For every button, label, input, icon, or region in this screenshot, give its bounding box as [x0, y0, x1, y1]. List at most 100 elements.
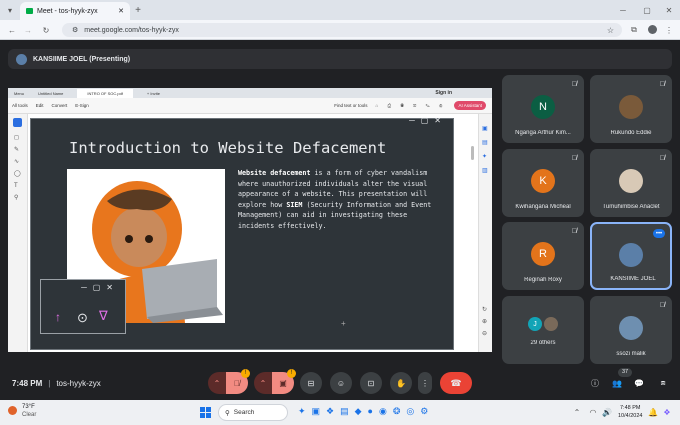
slide-cursor-icon: +	[341, 319, 346, 328]
chat-icon[interactable]: 💬	[632, 376, 646, 390]
shared-right-toolbar: ▣ ▤ ✦ ▥ ↻ ⊕ ⊖	[478, 114, 492, 352]
browser-menu-icon[interactable]: ⋮	[664, 23, 674, 37]
participant-tile[interactable]: 🎙̸ K Kwihangana Micheal	[502, 149, 584, 217]
shared-toolbar-item: All tools	[12, 103, 28, 108]
leave-call-button[interactable]: ☎	[440, 372, 472, 394]
camera-warning-badge: !	[287, 369, 296, 378]
clock-time[interactable]: 7:48 PM	[620, 405, 640, 411]
present-icon: ⊡	[367, 378, 375, 388]
url-text: meet.google.com/tos-hyyk-zyx	[84, 26, 179, 34]
emoji-icon: ☺	[336, 378, 346, 388]
shared-toolbar: All tools Edit Convert E-Sign Find text …	[8, 98, 492, 114]
tab-title: Meet - tos-hyyk-zyx	[37, 7, 98, 15]
shared-find-label: Find text or tools	[334, 103, 368, 108]
slide-body-siem: SIEM	[286, 200, 303, 209]
hang-up-icon: ☎	[450, 377, 462, 388]
wifi-icon[interactable]: ◠	[588, 406, 598, 418]
slide-body-bold: Website defacement	[238, 169, 311, 177]
start-button[interactable]	[200, 407, 211, 418]
slide-title: Introduction to Website Defacement	[69, 139, 387, 157]
meeting-separator: |	[48, 379, 51, 388]
more-vert-icon: ⋮	[421, 378, 429, 388]
notifications-icon[interactable]: 🔔	[648, 406, 658, 418]
shared-left-toolbar: ◻ ✎ ∿ ◯ T ⚲	[8, 114, 28, 352]
mic-options-button[interactable]: ⌃	[208, 372, 226, 394]
back-icon[interactable]: ←	[6, 23, 18, 37]
shared-ai-button: AI Assistant	[454, 101, 486, 110]
shared-tab: + Invite	[146, 90, 160, 96]
clock-date: 10/4/2024	[618, 413, 643, 419]
browser-tab-strip: ▾ Meet - tos-hyyk-zyx ✕ + ─ ▢ ✕	[0, 0, 680, 20]
captions-button[interactable]: ⊟	[300, 372, 322, 394]
participant-name: Nganga Arthur Kim...	[515, 130, 571, 136]
meeting-details-icon[interactable]: ⓘ	[588, 376, 602, 390]
people-count-badge: 37	[618, 368, 632, 377]
shared-tab: INTRO OF SOC.pdf	[77, 88, 133, 98]
captions-icon: ⊟	[307, 378, 315, 388]
mic-muted-icon: 🎙̸	[571, 155, 577, 162]
close-tab-icon[interactable]: ✕	[118, 7, 124, 15]
hand-icon: ✋	[396, 378, 406, 388]
meeting-time: 7:48 PM	[12, 379, 43, 388]
mic-muted-icon: 🎙̸	[659, 302, 665, 309]
shared-toolbar-item: E-Sign	[75, 103, 89, 108]
taskbar-app-icons[interactable]: ✦▣❖▤◆●◉❂◎⚙	[298, 406, 434, 417]
present-button[interactable]: ⊡	[360, 372, 382, 394]
presenter-avatar	[16, 53, 27, 65]
maximize-window-icon[interactable]: ▢	[640, 3, 654, 17]
tab-search-icon[interactable]: ▾	[4, 4, 16, 16]
url-field[interactable]: ⚙ meet.google.com/tos-hyyk-zyx ☆	[62, 23, 622, 37]
popup-target-icon: ⊙	[77, 310, 88, 325]
more-options-button[interactable]: ⋮	[418, 372, 432, 394]
taskbar-search[interactable]: ⚲ Search	[218, 404, 288, 421]
volume-icon[interactable]: 🔊	[602, 406, 612, 418]
shared-toolbar-item: Convert	[51, 103, 68, 108]
shared-zoom-icons: ↻ ⊕ ⊖	[482, 307, 488, 337]
raise-hand-button[interactable]: ✋	[390, 372, 412, 394]
weather-temp[interactable]: 73°F	[22, 404, 35, 410]
close-window-icon[interactable]: ✕	[662, 3, 676, 17]
participant-tile[interactable]: 🎙̸ Rukundo Eddie	[590, 75, 672, 143]
reload-icon[interactable]: ↻	[40, 23, 52, 37]
copilot-icon[interactable]: ❖	[662, 406, 672, 418]
camera-options-button[interactable]: ⌃	[254, 372, 272, 394]
participant-tile-self[interactable]: ••• KANSIIME JOEL	[590, 222, 672, 290]
participant-tile[interactable]: 🎙̸ Tumuhimbise Anaclet	[590, 149, 672, 217]
activities-icon[interactable]: ⧈	[656, 376, 670, 390]
forward-icon[interactable]: →	[22, 23, 34, 37]
participant-tile[interactable]: 🎙̸ ssozi malik	[590, 296, 672, 364]
presenter-label: KANSIIME JOEL (Presenting)	[33, 55, 131, 63]
tray-chevron-icon[interactable]: ⌃	[572, 406, 582, 418]
browser-tab[interactable]: Meet - tos-hyyk-zyx ✕	[20, 2, 130, 20]
others-tile[interactable]: J 29 others	[502, 296, 584, 364]
mic-warning-badge: !	[241, 369, 250, 378]
extensions-icon[interactable]: ⧉	[628, 23, 640, 37]
bookmark-star-icon[interactable]: ☆	[607, 26, 614, 35]
shared-sign-in: Sign in	[435, 90, 452, 96]
emoji-button[interactable]: ☺	[330, 372, 352, 394]
others-label: 29 others	[530, 340, 556, 346]
profile-avatar[interactable]	[648, 25, 657, 34]
mic-muted-icon: 🎙̸	[659, 81, 665, 88]
participant-avatar: J	[528, 317, 542, 331]
shared-tool-icons: ⌂ ⎙ ◉ ✉ ✎ ⚙	[375, 103, 447, 108]
new-tab-icon[interactable]: +	[132, 4, 144, 16]
participant-name: Tumuhimbise Anaclet	[602, 204, 660, 210]
search-icon: ⚲	[225, 409, 230, 417]
popup-up-arrow-icon: ↑	[55, 310, 61, 324]
participant-name: Rukundo Eddie	[610, 130, 652, 136]
cursor-tool-icon	[13, 118, 22, 127]
participant-avatar: R	[531, 242, 555, 266]
weather-icon	[8, 406, 17, 415]
mic-off-icon: 🎙̸	[234, 378, 240, 388]
people-icon[interactable]: 👥	[610, 376, 624, 390]
participant-tile[interactable]: 🎙̸ N Nganga Arthur Kim...	[502, 75, 584, 143]
more-options-icon[interactable]: •••	[653, 229, 665, 238]
site-info-icon[interactable]: ⚙	[72, 26, 78, 34]
slide-body: Website defacement is a form of cyber va…	[238, 168, 438, 231]
participant-photo	[619, 169, 643, 193]
participant-name: Reginah Roxy	[524, 277, 562, 283]
minimize-window-icon[interactable]: ─	[616, 3, 630, 17]
participant-tile[interactable]: 🎙̸ R Reginah Roxy	[502, 222, 584, 290]
participant-avatar: N	[531, 95, 555, 119]
